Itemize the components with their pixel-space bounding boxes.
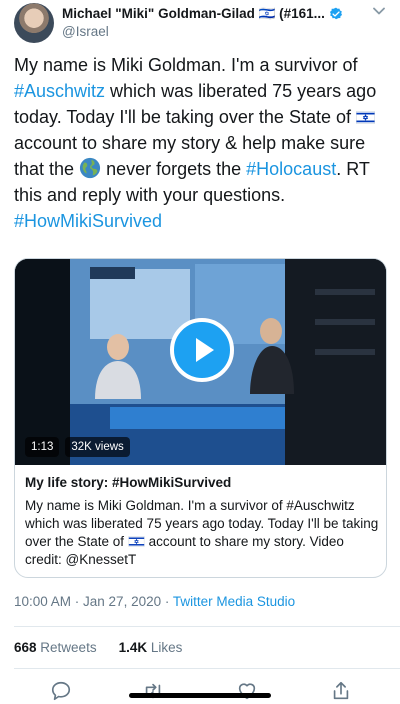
divider	[14, 626, 400, 627]
video-meta: 1:13 32K views	[25, 437, 130, 457]
video-views: 32K views	[65, 437, 130, 457]
divider	[14, 668, 400, 669]
video-card[interactable]: 1:13 32K views My life story: #HowMikiSu…	[14, 258, 387, 578]
tweet-timestamp: 10:00 AM · Jan 27, 2020 · Twitter Media …	[14, 594, 295, 609]
hashtag-link[interactable]: #Auschwitz	[14, 81, 105, 101]
retweet-icon[interactable]	[142, 680, 164, 702]
likes-stat[interactable]: 1.4K Likes	[119, 640, 183, 655]
author-display-name[interactable]: Michael "Miki" Goldman-Gilad 🇮🇱 (#161...	[62, 6, 325, 22]
tweet-source-link[interactable]: Twitter Media Studio	[173, 594, 295, 609]
video-player[interactable]: 1:13 32K views	[15, 259, 386, 465]
tweet-text-part: never forgets the	[101, 159, 247, 179]
hashtag-link[interactable]: #HowMikiSurvived	[14, 211, 162, 231]
retweets-count: 668	[14, 640, 37, 655]
likes-count: 1.4K	[118, 640, 148, 655]
card-description: My name is Miki Goldman. I'm a survivor …	[25, 497, 380, 569]
globe-icon	[79, 157, 101, 179]
retweets-stat[interactable]: 668 Retweets	[14, 640, 97, 655]
israel-flag-icon	[128, 536, 145, 547]
share-icon[interactable]	[330, 680, 352, 702]
tweet-text-part: My name is Miki Goldman. I'm a survivor …	[14, 55, 358, 75]
chevron-down-icon[interactable]	[372, 4, 386, 18]
reply-icon[interactable]	[50, 680, 72, 702]
play-button[interactable]	[170, 318, 234, 382]
avatar[interactable]	[14, 3, 54, 43]
video-duration: 1:13	[25, 437, 60, 457]
verified-badge-icon	[329, 7, 342, 20]
tweet-text: My name is Miki Goldman. I'm a survivor …	[14, 52, 389, 234]
like-icon[interactable]	[236, 680, 258, 702]
play-icon	[196, 338, 214, 362]
israel-flag-icon	[355, 111, 375, 124]
card-title[interactable]: My life story: #HowMikiSurvived	[25, 475, 231, 490]
action-bar	[0, 678, 400, 704]
home-indicator[interactable]	[129, 693, 271, 698]
likes-label: Likes	[150, 640, 183, 655]
retweets-label: Retweets	[40, 640, 97, 655]
author-name-row[interactable]: Michael "Miki" Goldman-Gilad 🇮🇱 (#161...	[62, 6, 362, 22]
hashtag-link[interactable]: #Holocaust	[246, 159, 336, 179]
timestamp-text: 10:00 AM · Jan 27, 2020 ·	[14, 594, 173, 609]
tweet-stats: 668 Retweets 1.4K Likes	[14, 640, 182, 655]
author-handle[interactable]: @Israel	[62, 24, 109, 39]
